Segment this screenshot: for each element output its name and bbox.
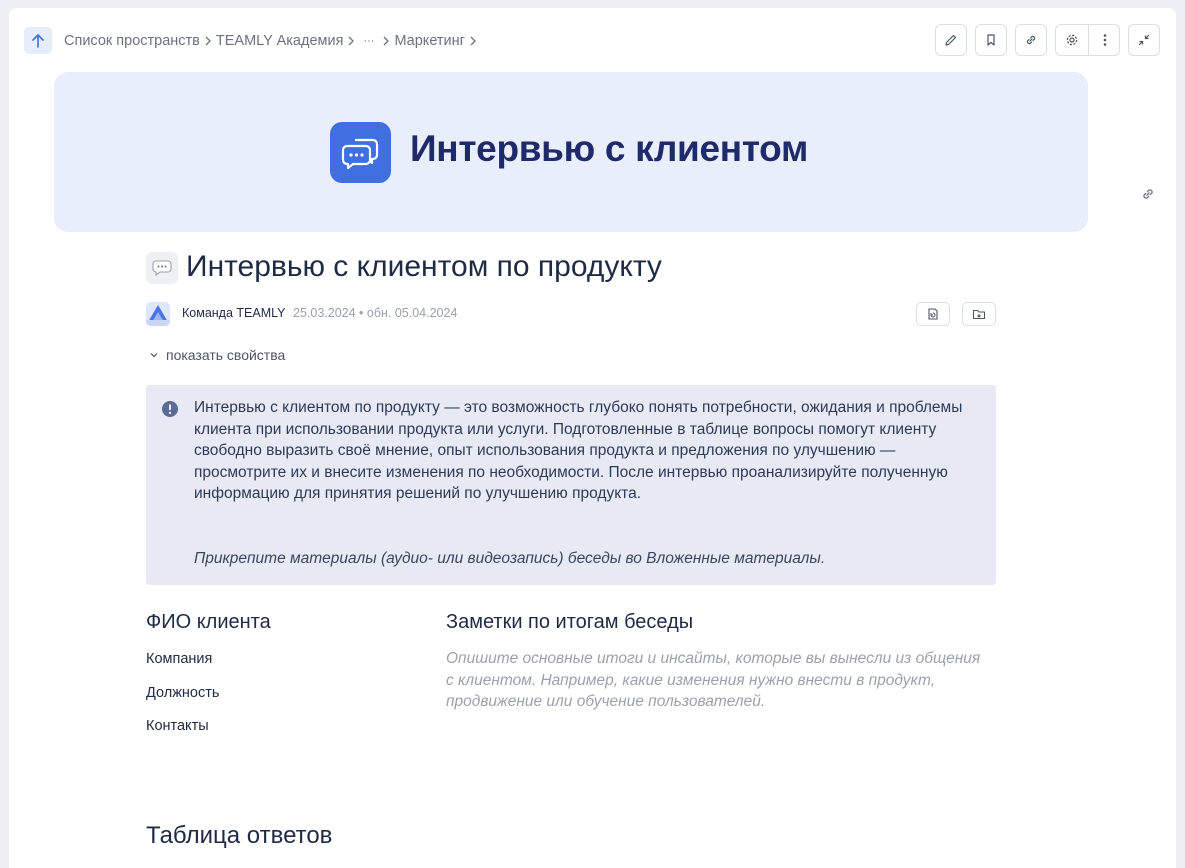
edit-button[interactable] [935, 24, 967, 56]
chevron-down-icon [150, 353, 158, 358]
more-button[interactable] [1088, 25, 1120, 55]
page-title: Интервью с клиентом по продукту [186, 250, 662, 283]
callout-note: Прикрепите материалы (аудио- или видеоза… [194, 550, 826, 567]
settings-group [1055, 24, 1120, 56]
bookmark-button[interactable] [975, 24, 1007, 56]
show-properties-label: показать свойства [166, 347, 286, 363]
notes-placeholder[interactable]: Опишите основные итоги и инсайты, которы… [446, 648, 986, 713]
notes-heading: Заметки по итогам беседы [446, 611, 694, 633]
go-up-button[interactable] [24, 27, 52, 54]
speech-bubble-icon[interactable] [146, 252, 178, 284]
link-icon[interactable] [1140, 186, 1156, 202]
client-heading: ФИО клиента [146, 611, 271, 633]
breadcrumb-item-ellipsis[interactable]: ··· [363, 35, 374, 47]
breadcrumb-item-marketing[interactable]: Маркетинг [394, 33, 465, 49]
attachments-button[interactable] [962, 302, 996, 326]
avatar[interactable] [146, 302, 170, 326]
field-contacts[interactable]: Контакты [146, 718, 209, 734]
history-button[interactable] [916, 302, 950, 326]
history-icon [928, 308, 938, 320]
pencil-icon [945, 34, 957, 46]
chevron-right-icon [204, 36, 212, 46]
banner-title: Интервью с клиентом [410, 128, 809, 169]
field-company[interactable]: Компания [146, 651, 212, 667]
field-position[interactable]: Должность [146, 685, 219, 701]
chevron-right-icon [347, 36, 355, 46]
breadcrumb: Список пространств TEAMLY Академия ··· М… [64, 31, 481, 51]
page-dates: 25.03.2024 • обн. 05.04.2024 [293, 306, 458, 320]
callout-text: Интервью с клиентом по продукту — это во… [194, 399, 963, 503]
link-icon [1026, 35, 1036, 45]
answers-table-heading: Таблица ответов [146, 822, 333, 849]
collapse-icon [1138, 34, 1150, 46]
more-vertical-icon [1103, 34, 1106, 46]
gear-icon [1066, 34, 1077, 46]
copy-link-button[interactable] [1015, 24, 1047, 56]
folder-icon [972, 309, 986, 320]
chevron-right-icon [382, 36, 390, 46]
author-name[interactable]: Команда TEAMLY [182, 306, 286, 320]
chevron-right-icon [469, 36, 477, 46]
info-icon [161, 400, 179, 418]
breadcrumb-item-spaces[interactable]: Список пространств [64, 33, 200, 49]
settings-button[interactable] [1056, 25, 1087, 55]
arrow-up-icon [32, 33, 44, 48]
show-properties-toggle[interactable]: показать свойства [148, 347, 285, 363]
bookmark-icon [987, 34, 995, 46]
chat-bubbles-icon [330, 122, 391, 183]
breadcrumb-item-academy[interactable]: TEAMLY Академия [216, 33, 344, 49]
collapse-button[interactable] [1128, 24, 1160, 56]
